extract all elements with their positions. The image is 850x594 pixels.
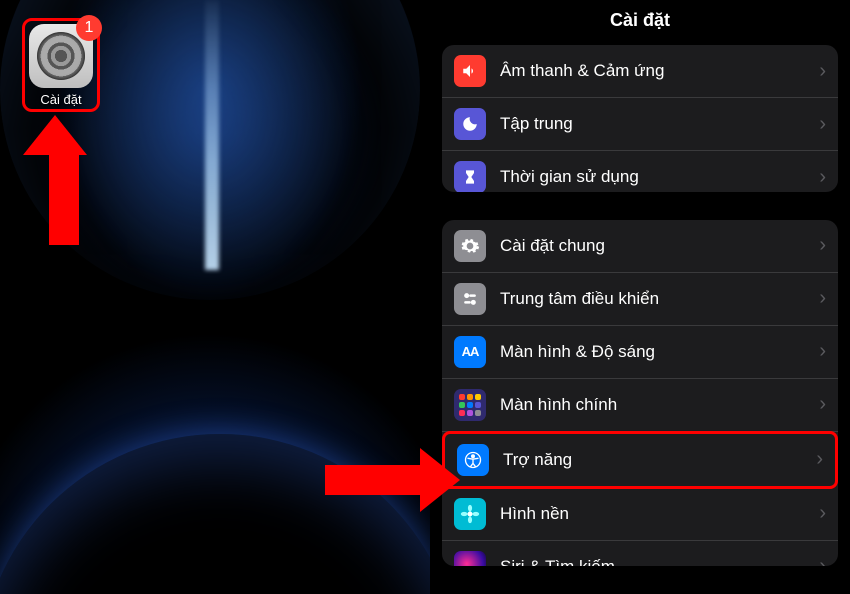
chevron-right-icon: › [819,287,826,310]
chevron-right-icon: › [819,502,826,525]
row-label: Siri & Tìm kiếm [500,557,805,566]
text-size-icon: AA [454,336,486,368]
row-control-center[interactable]: Trung tâm điều khiển › [442,273,838,326]
toggles-icon [454,283,486,315]
settings-group-1: Âm thanh & Cảm ứng › Tập trung › Thời gi… [442,45,838,192]
settings-screen: Cài đặt Âm thanh & Cảm ứng › Tập trung ›… [430,0,850,594]
settings-title: Cài đặt [430,0,850,45]
row-label: Trung tâm điều khiển [500,289,805,309]
chevron-right-icon: › [819,555,826,566]
accessibility-icon [457,444,489,476]
row-display-brightness[interactable]: AA Màn hình & Độ sáng › [442,326,838,379]
row-siri-search[interactable]: Siri & Tìm kiếm › [442,541,838,566]
settings-app-label: Cài đặt [25,92,97,107]
annotation-arrow-right [325,448,460,512]
settings-group-2: Cài đặt chung › Trung tâm điều khiển › A… [442,220,838,566]
chevron-right-icon: › [819,234,826,257]
wallpaper-beam [205,0,219,270]
gear-icon [37,32,85,80]
hourglass-icon [454,161,486,192]
settings-app-icon[interactable]: 1 [29,24,93,88]
notification-badge: 1 [76,15,102,41]
annotation-arrow-up [40,115,87,245]
row-wallpaper[interactable]: Hình nền › [442,488,838,541]
row-label: Trợ năng [503,450,802,470]
row-home-screen[interactable]: Màn hình chính › [442,379,838,432]
row-screen-time[interactable]: Thời gian sử dụng › [442,151,838,192]
row-accessibility[interactable]: Trợ năng › [442,431,838,489]
row-label: Cài đặt chung [500,236,805,256]
gear-icon [454,230,486,262]
sound-icon [454,55,486,87]
row-label: Màn hình & Độ sáng [500,342,805,362]
settings-app-highlight: 1 Cài đặt [22,18,100,112]
moon-icon [454,108,486,140]
chevron-right-icon: › [816,448,823,471]
chevron-right-icon: › [819,60,826,83]
siri-icon [454,551,486,566]
chevron-right-icon: › [819,393,826,416]
row-general[interactable]: Cài đặt chung › [442,220,838,273]
chevron-right-icon: › [819,113,826,136]
row-label: Tập trung [500,114,805,134]
app-grid-icon [454,389,486,421]
row-label: Hình nền [500,504,805,524]
row-label: Âm thanh & Cảm ứng [500,61,805,81]
row-sounds-haptics[interactable]: Âm thanh & Cảm ứng › [442,45,838,98]
row-label: Thời gian sử dụng [500,167,805,187]
chevron-right-icon: › [819,166,826,189]
chevron-right-icon: › [819,340,826,363]
row-label: Màn hình chính [500,395,805,415]
row-focus[interactable]: Tập trung › [442,98,838,151]
